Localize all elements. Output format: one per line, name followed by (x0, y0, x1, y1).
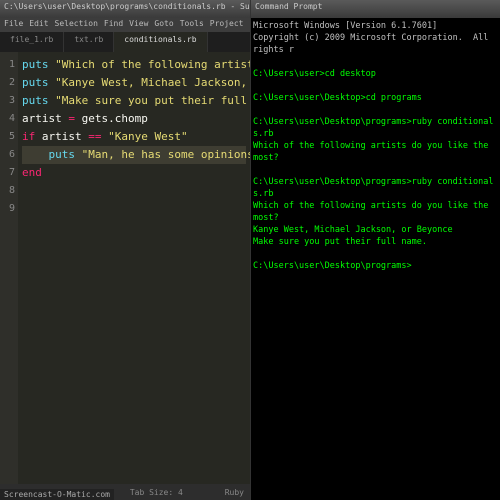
terminal-line: Which of the following artists do you li… (253, 200, 498, 224)
code-line[interactable]: artist = gets.chomp (22, 110, 246, 128)
line-gutter: 123456789 (0, 52, 18, 484)
terminal-line (253, 56, 498, 68)
menu-selection[interactable]: Selection (55, 19, 98, 31)
line-number: 3 (0, 92, 15, 110)
editor-titlebar[interactable]: C:\Users\user\Desktop\programs\condition… (0, 0, 250, 18)
terminal-line: Which of the following artists do you li… (253, 140, 498, 164)
menu-find[interactable]: Find (104, 19, 123, 31)
terminal-line: C:\Users\user\Desktop>cd programs (253, 92, 498, 104)
menu-tools[interactable]: Tools (180, 19, 204, 31)
menu-edit[interactable]: Edit (29, 19, 48, 31)
tab-txt-rb[interactable]: txt.rb (64, 32, 114, 52)
line-number: 5 (0, 128, 15, 146)
code-area[interactable]: puts "Which of the following artists do … (18, 52, 250, 484)
terminal-line (253, 248, 498, 260)
code-line[interactable]: if artist == "Kanye West" (22, 128, 246, 146)
terminal-window: Command Prompt Microsoft Windows [Versio… (250, 0, 500, 500)
code-line[interactable]: end (22, 164, 246, 182)
editor-window: C:\Users\user\Desktop\programs\condition… (0, 0, 250, 500)
terminal-header: Microsoft Windows [Version 6.1.7601] (253, 20, 498, 32)
menu-project[interactable]: Project (210, 19, 244, 31)
terminal-titlebar[interactable]: Command Prompt (251, 0, 500, 18)
code-line[interactable]: puts "Man, he has some opinions" (22, 146, 246, 164)
terminal-line: C:\Users\user\Desktop\programs>ruby cond… (253, 116, 498, 140)
terminal-line: C:\Users\user\Desktop\programs> (253, 260, 498, 272)
line-number: 7 (0, 164, 15, 182)
terminal-body[interactable]: Microsoft Windows [Version 6.1.7601]Copy… (251, 18, 500, 274)
code-line[interactable]: puts "Make sure you put their full name.… (22, 92, 246, 110)
editor-area[interactable]: 123456789 puts "Which of the following a… (0, 52, 250, 484)
terminal-line: Make sure you put their full name. (253, 236, 498, 248)
menu-file[interactable]: File (4, 19, 23, 31)
status-language[interactable]: Ruby (225, 488, 244, 497)
tab-conditionals-rb[interactable]: conditionals.rb (114, 32, 207, 52)
line-number: 1 (0, 56, 15, 74)
line-number: 8 (0, 182, 15, 200)
terminal-line: C:\Users\user>cd desktop (253, 68, 498, 80)
watermark: Screencast-O-Matic.com (0, 489, 114, 500)
line-number: 2 (0, 74, 15, 92)
code-line[interactable]: puts "Kanye West, Michael Jackson, or Be… (22, 74, 246, 92)
tab-file_1-rb[interactable]: file_1.rb (0, 32, 64, 52)
terminal-line: C:\Users\user\Desktop\programs>ruby cond… (253, 176, 498, 200)
status-tab-size[interactable]: Tab Size: 4 (130, 488, 183, 497)
terminal-line (253, 104, 498, 116)
line-number: 6 (0, 146, 15, 164)
terminal-header: Copyright (c) 2009 Microsoft Corporation… (253, 32, 498, 56)
terminal-line: Kanye West, Michael Jackson, or Beyonce (253, 224, 498, 236)
line-number: 9 (0, 200, 15, 218)
terminal-line (253, 80, 498, 92)
code-line[interactable]: puts "Which of the following artists do … (22, 56, 246, 74)
menu-goto[interactable]: Goto (154, 19, 173, 31)
line-number: 4 (0, 110, 15, 128)
editor-tabbar: file_1.rbtxt.rbconditionals.rb (0, 32, 250, 52)
editor-menubar: File Edit Selection Find View Goto Tools Projec… (0, 18, 250, 32)
terminal-line (253, 164, 498, 176)
menu-view[interactable]: View (129, 19, 148, 31)
